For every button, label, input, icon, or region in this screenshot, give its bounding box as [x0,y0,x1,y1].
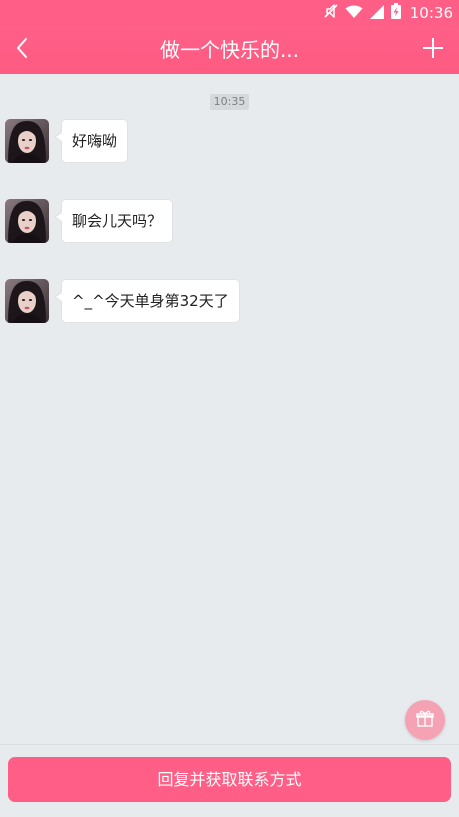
gift-icon [415,708,435,732]
back-button[interactable] [4,26,40,74]
message-bubble[interactable]: ^_^今天单身第32天了 [54,279,240,323]
status-bar: 10:36 [0,0,459,26]
chevron-left-icon [15,37,29,63]
status-icons: 10:36 [324,0,453,26]
message-bubble[interactable]: 聊会儿天吗？ [53,199,174,243]
add-button[interactable] [415,26,451,74]
plus-icon [422,37,444,63]
status-time: 10:36 [409,4,453,22]
signal-icon [369,4,384,23]
bottom-bar: 回复并获取联系方式 [0,744,459,817]
avatar[interactable] [5,279,49,323]
gift-button[interactable] [405,700,445,740]
reply-get-contact-button[interactable]: 回复并获取联系方式 [8,757,451,802]
chat-area[interactable]: 10:35 好嗨呦 聊会儿天吗？ ^_^今天单身第32天了 [0,74,459,744]
title-bar: 做一个快乐的... [0,26,459,74]
wifi-icon [345,4,363,23]
mute-icon [324,3,338,23]
chat-title: 做一个快乐的... [159,38,300,62]
timestamp-label: 10:35 [209,94,250,110]
avatar[interactable] [5,119,49,163]
message-timestamp: 10:35 [0,90,459,110]
battery-charging-icon [390,3,401,23]
avatar[interactable] [5,199,49,243]
message-bubble[interactable]: 好嗨呦 [53,119,129,163]
